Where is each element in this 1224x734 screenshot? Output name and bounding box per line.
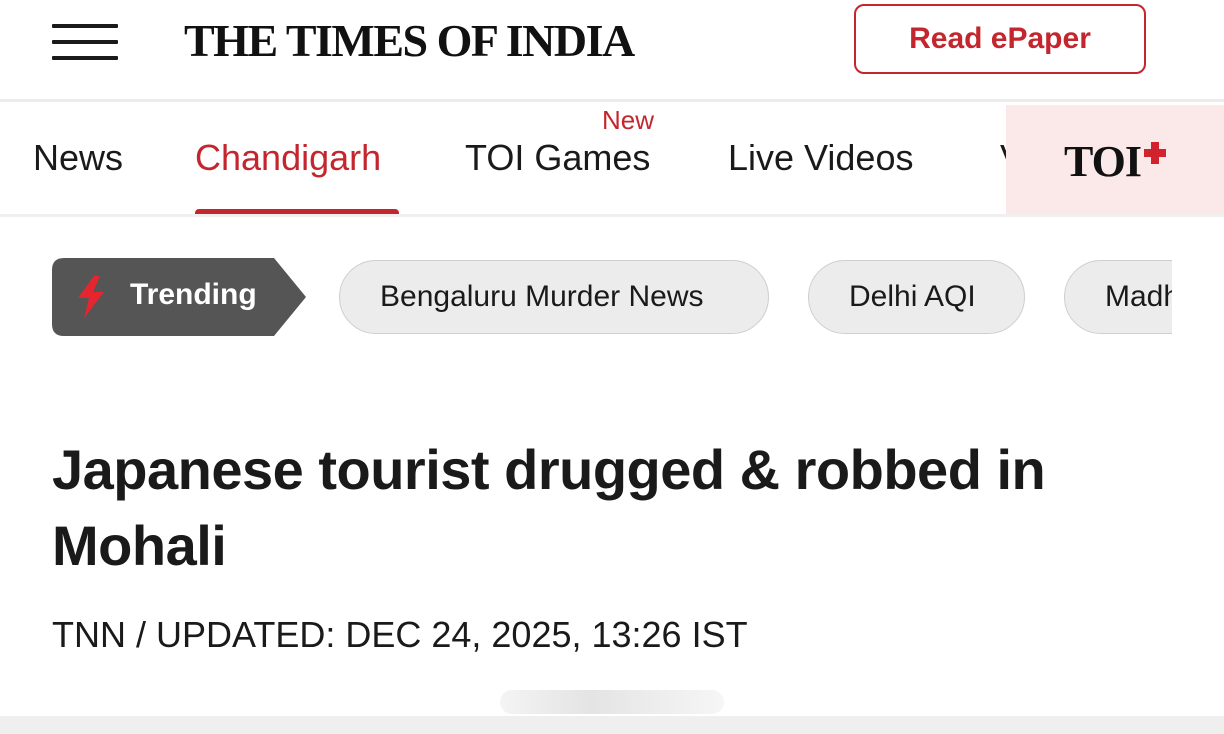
- active-tab-indicator: [195, 209, 399, 214]
- trending-row: Trending Bengaluru Murder News Delhi AQI…: [0, 258, 1172, 338]
- menu-bar: [52, 56, 118, 60]
- tab-chandigarh[interactable]: Chandigarh: [195, 137, 381, 179]
- bolt-icon: [78, 276, 104, 318]
- trending-pill-delhi-aqi[interactable]: Delhi AQI: [808, 260, 1025, 334]
- site-logo[interactable]: THE TIMES OF INDIA: [184, 14, 635, 67]
- trending-pill-partial[interactable]: Madhya: [1064, 260, 1172, 334]
- tab-toi-games[interactable]: TOI Games: [465, 137, 650, 179]
- article-byline: TNN / UPDATED: DEC 24, 2025, 13:26 IST: [52, 614, 748, 655]
- loading-placeholder: [500, 690, 724, 714]
- trending-pill-bengaluru[interactable]: Bengaluru Murder News: [339, 260, 769, 334]
- menu-icon[interactable]: [52, 22, 118, 62]
- menu-bar: [52, 40, 118, 44]
- bottom-divider: [0, 716, 1224, 734]
- article-headline: Japanese tourist drugged & robbed in Moh…: [52, 438, 1046, 577]
- tab-live-videos[interactable]: Live Videos: [728, 137, 913, 179]
- toi-plus-label: TOI: [1064, 136, 1142, 186]
- site-header: THE TIMES OF INDIA Read ePaper: [0, 0, 1224, 102]
- tab-news[interactable]: News: [33, 137, 123, 179]
- section-nav: News Chandigarh New TOI Games Live Video…: [0, 105, 1224, 217]
- menu-bar: [52, 24, 118, 28]
- plus-icon: [1143, 142, 1166, 164]
- new-badge: New: [602, 105, 655, 135]
- read-epaper-button[interactable]: Read ePaper: [854, 4, 1146, 74]
- toi-plus-button[interactable]: TOI: [1006, 105, 1224, 214]
- trending-button[interactable]: Trending: [52, 258, 306, 336]
- trending-label: Trending: [130, 278, 257, 311]
